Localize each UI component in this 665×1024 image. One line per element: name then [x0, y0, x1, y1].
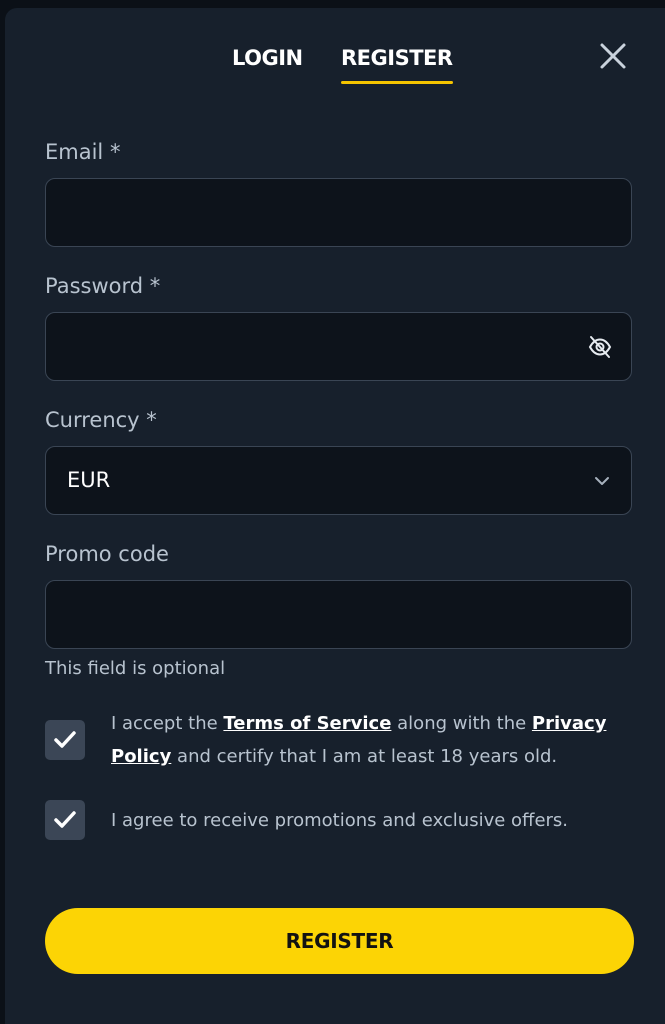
email-input[interactable] — [46, 179, 631, 246]
eye-off-icon — [588, 336, 612, 358]
terms-checkbox[interactable] — [45, 720, 85, 760]
auth-tabs: LOGIN REGISTER — [5, 48, 665, 88]
register-modal: LOGIN REGISTER Email * Password * Curren… — [5, 8, 665, 1024]
promo-code-input[interactable] — [46, 581, 631, 648]
tab-register[interactable]: REGISTER — [341, 46, 453, 84]
register-button-label: REGISTER — [285, 929, 394, 953]
promo-code-label: Promo code — [45, 542, 169, 566]
terms-text-after: and certify that I am at least 18 years … — [171, 746, 558, 767]
currency-select[interactable]: EUR — [45, 446, 632, 515]
password-visibility-toggle[interactable] — [587, 334, 613, 360]
password-input[interactable] — [46, 313, 631, 380]
promo-code-hint: This field is optional — [45, 658, 226, 679]
terms-text-middle: along with the — [391, 713, 532, 734]
tab-login[interactable]: LOGIN — [232, 46, 303, 70]
terms-consent-text: I accept the Terms of Service along with… — [111, 707, 641, 773]
password-field-box — [45, 312, 632, 381]
active-tab-indicator — [341, 81, 453, 84]
promotions-consent-text: I agree to receive promotions and exclus… — [111, 810, 569, 831]
currency-selected-value: EUR — [67, 468, 111, 492]
terms-of-service-link[interactable]: Terms of Service — [223, 713, 391, 734]
tab-login-label: LOGIN — [232, 46, 303, 70]
password-label: Password * — [45, 274, 161, 298]
promotions-checkbox[interactable] — [45, 800, 85, 840]
close-icon — [600, 43, 626, 69]
chevron-down-icon — [595, 477, 609, 485]
terms-text-before: I accept the — [111, 713, 224, 734]
currency-label: Currency * — [45, 408, 157, 432]
checkmark-icon — [54, 731, 76, 748]
email-field-box — [45, 178, 632, 247]
checkmark-icon — [54, 811, 76, 828]
register-button[interactable]: REGISTER — [45, 908, 634, 974]
tab-register-label: REGISTER — [341, 46, 453, 70]
promo-code-field-box — [45, 580, 632, 649]
close-button[interactable] — [597, 40, 629, 72]
email-label: Email * — [45, 140, 121, 164]
